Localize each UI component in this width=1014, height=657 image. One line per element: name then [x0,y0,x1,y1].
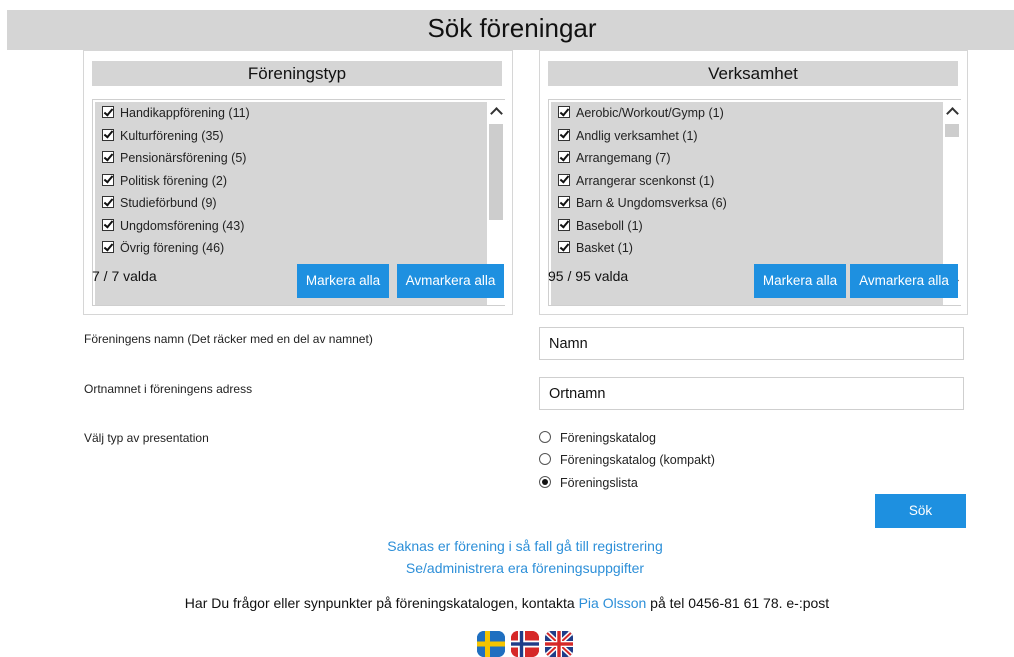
activity-list-item[interactable]: Barn & Ungdomsverksa (6) [551,192,943,215]
radio-option-catalog[interactable]: Föreningskatalog [539,430,656,446]
radio-unchecked-icon[interactable] [539,453,551,465]
activity-filter-panel: Verksamhet Aerobic/Workout/Gymp (1) Andl… [539,50,968,315]
activity-selected-count: 95 / 95 valda [548,268,629,284]
activity-list-item[interactable]: Arrangerar scenkonst (1) [551,170,943,193]
type-list-item[interactable]: Kulturförening (35) [95,125,487,148]
activity-select-all-button[interactable]: Markera alla [754,264,846,298]
activity-list-item[interactable]: Baseboll (1) [551,215,943,238]
presentation-label: Välj typ av presentation [84,431,209,445]
checkbox-checked-icon[interactable] [558,106,570,118]
scroll-thumb[interactable] [945,124,959,137]
type-list-item[interactable]: Övrig förening (46) [95,237,487,260]
checkbox-checked-icon[interactable] [102,218,114,231]
checkbox-checked-icon[interactable] [102,173,114,186]
type-list-item[interactable]: Studieförbund (9) [95,192,487,215]
activity-list-item[interactable]: Andlig verksamhet (1) [551,125,943,148]
city-input[interactable]: Ortnamn [539,377,964,410]
radio-option-list[interactable]: Föreningslista [539,475,638,491]
manage-link[interactable]: Se/administrera era föreningsuppgifter [18,560,1014,576]
search-button[interactable]: Sök [875,494,966,528]
radio-unchecked-icon[interactable] [539,431,551,443]
contact-link[interactable]: Pia Olsson [579,595,647,611]
radio-option-catalog-compact[interactable]: Föreningskatalog (kompakt) [539,452,715,468]
checkbox-checked-icon[interactable] [558,241,570,253]
checkbox-checked-icon[interactable] [558,151,570,163]
swedish-flag-icon[interactable] [477,631,505,657]
checkbox-checked-icon[interactable] [102,196,114,208]
checkbox-checked-icon[interactable] [102,106,114,118]
page-header: Sök föreningar [7,10,1014,50]
type-selected-count: 7 / 7 valda [92,268,157,284]
footer-contact-text: Har Du frågor eller synpunkter på föreni… [184,595,830,611]
name-input[interactable]: Namn [539,327,964,360]
checkbox-checked-icon[interactable] [558,128,570,141]
activity-deselect-all-button[interactable]: Avmarkera alla [850,264,958,298]
type-list-item[interactable]: Handikappförening (11) [95,102,487,125]
norwegian-flag-icon[interactable] [511,631,539,657]
activity-panel-title: Verksamhet [548,61,958,86]
activity-list-item[interactable]: Aerobic/Workout/Gymp (1) [551,102,943,125]
type-panel-title: Föreningstyp [92,61,502,86]
city-label: Ortnamnet i föreningens adress [84,382,253,396]
name-label: Föreningens namn (Det räcker med en del … [84,332,373,346]
activity-list-item[interactable]: Basket (1) [551,237,943,260]
scroll-up-icon[interactable] [944,102,961,120]
checkbox-checked-icon[interactable] [558,196,570,208]
radio-checked-icon[interactable] [539,476,551,488]
register-link[interactable]: Saknas er förening i så fall gå till reg… [18,538,1014,554]
type-deselect-all-button[interactable]: Avmarkera alla [397,264,504,298]
scroll-up-icon[interactable] [488,102,505,120]
activity-list-item[interactable]: Arrangemang (7) [551,147,943,170]
uk-flag-icon[interactable] [545,631,573,657]
checkbox-checked-icon[interactable] [102,241,114,253]
type-list-item[interactable]: Politisk förening (2) [95,170,487,193]
checkbox-checked-icon[interactable] [102,151,114,163]
scroll-thumb[interactable] [489,124,503,220]
checkbox-checked-icon[interactable] [558,173,570,186]
checkbox-checked-icon[interactable] [558,218,570,231]
page-title: Sök föreningar [427,13,597,43]
type-filter-panel: Föreningstyp Handikappförening (11) Kult… [83,50,513,315]
checkbox-checked-icon[interactable] [102,128,114,141]
type-list-item[interactable]: Ungdomsförening (43) [95,215,487,238]
type-select-all-button[interactable]: Markera alla [297,264,389,298]
type-list-item[interactable]: Pensionärsförening (5) [95,147,487,170]
